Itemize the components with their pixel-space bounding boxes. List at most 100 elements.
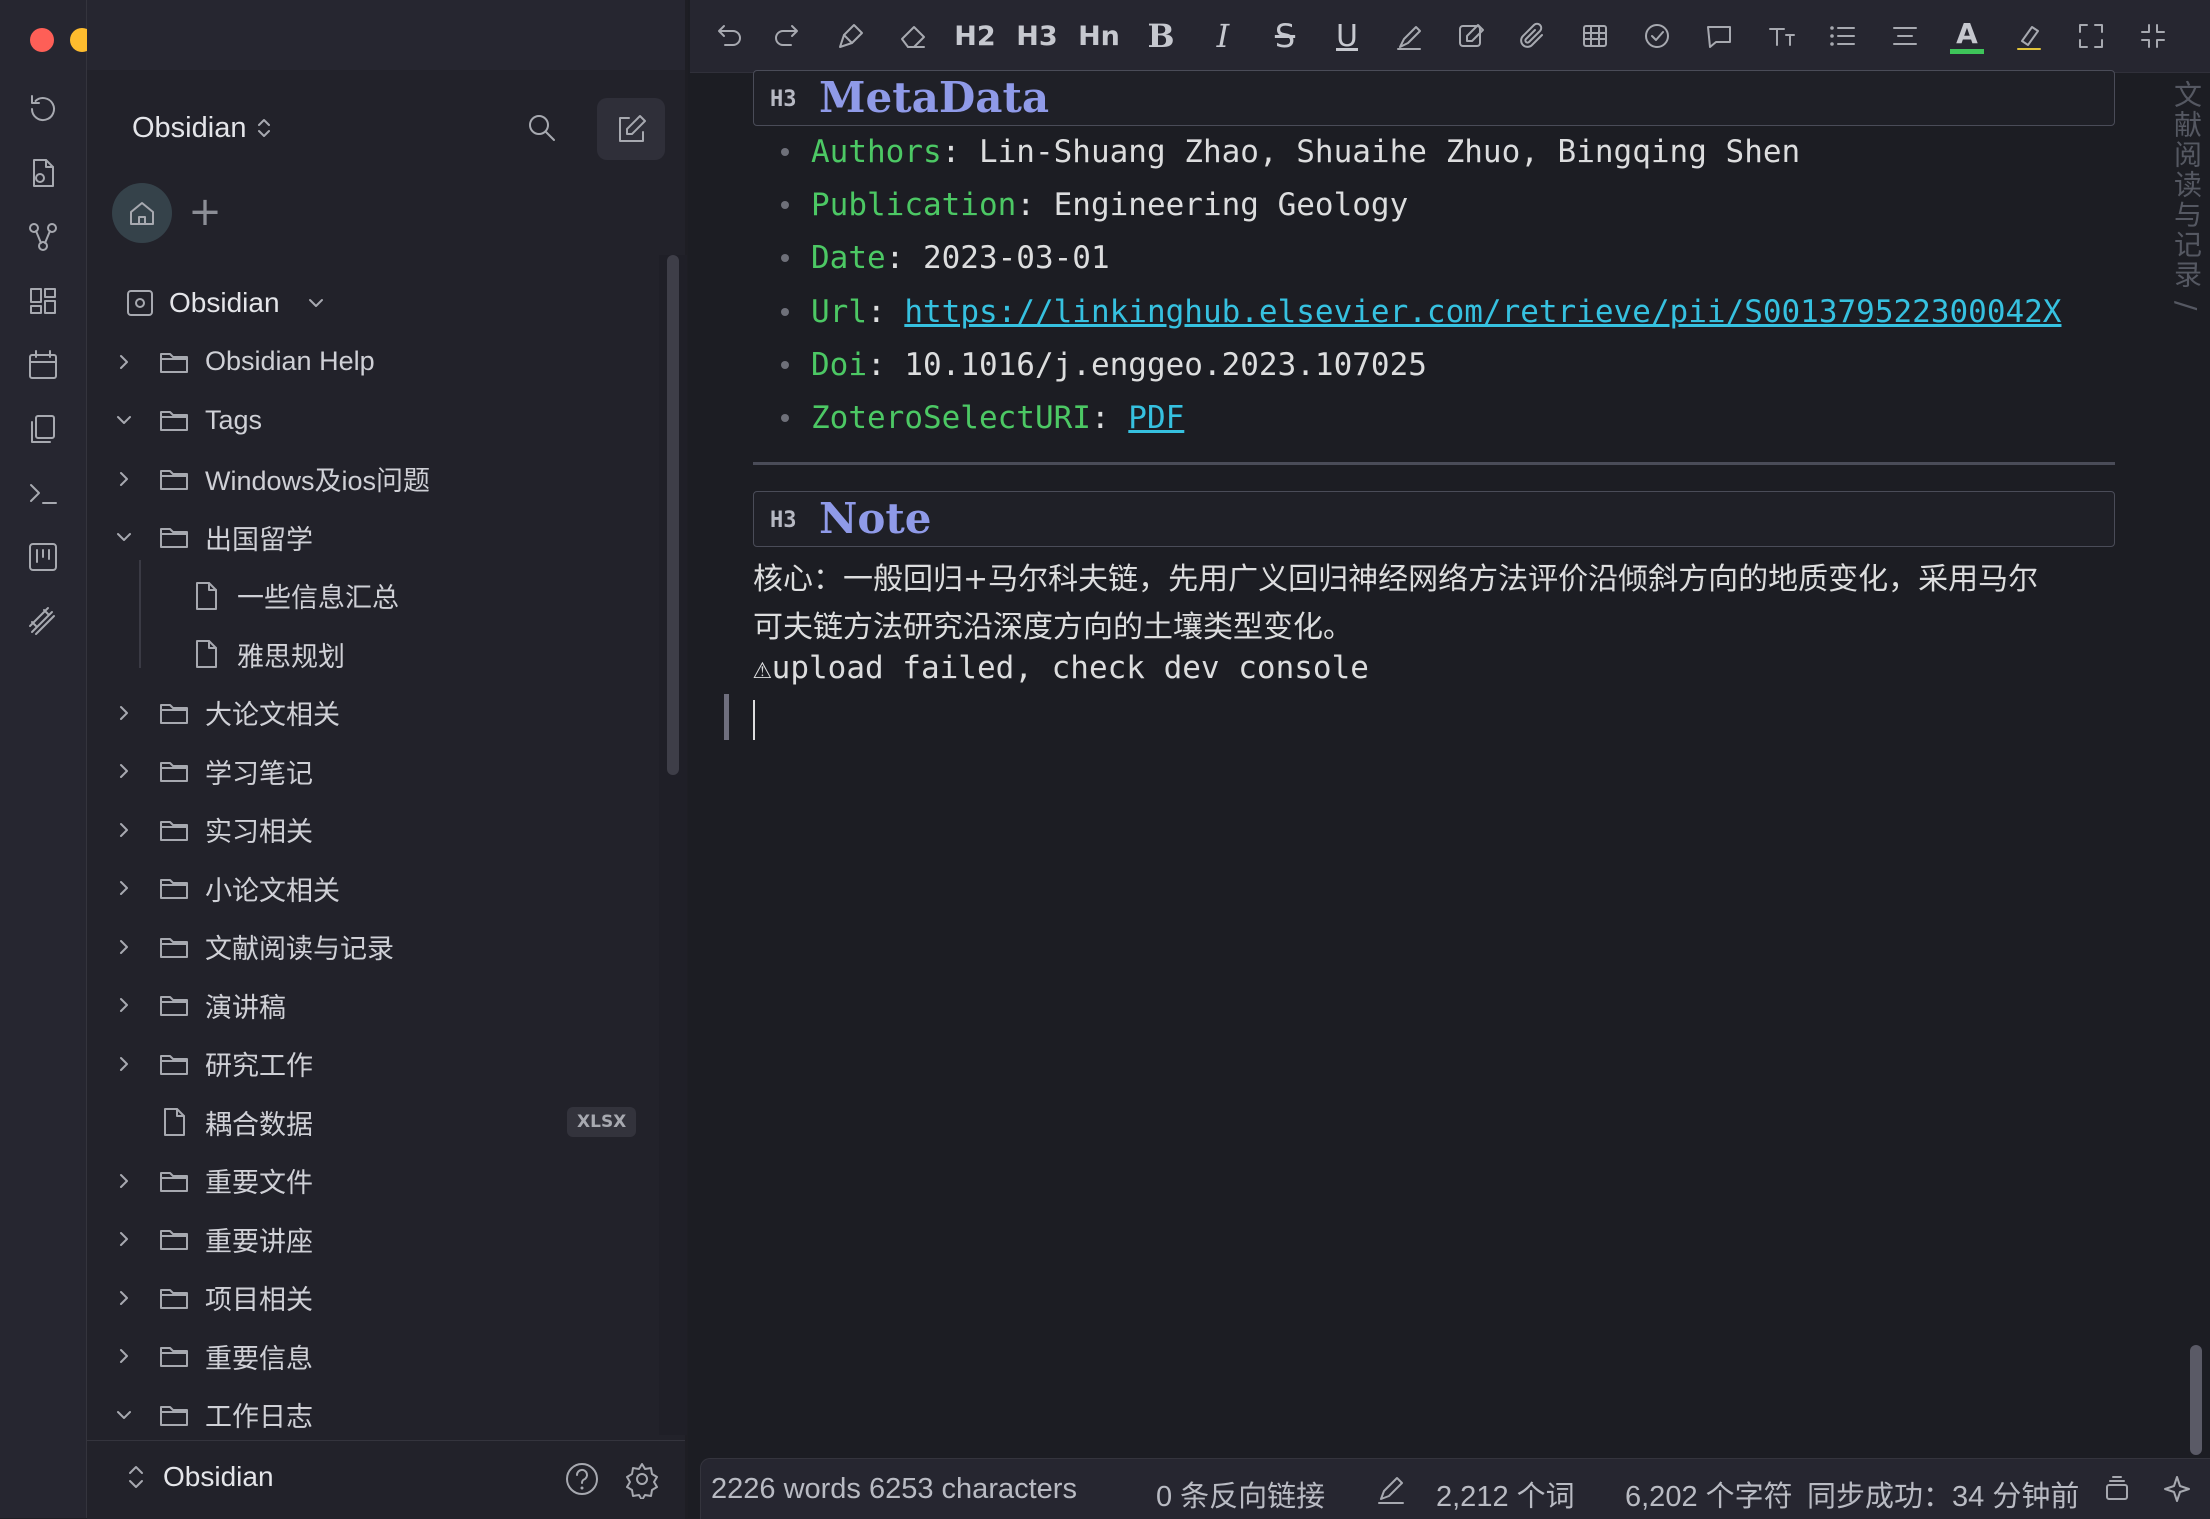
sidebar-scrollbar[interactable]	[667, 255, 679, 775]
undo-icon[interactable]	[702, 14, 752, 58]
format-painter-icon[interactable]	[826, 14, 876, 58]
vertical-breadcrumb[interactable]: 文献阅读与记录 /	[2170, 80, 2206, 312]
folder-item[interactable]: Tags	[87, 395, 647, 445]
chevron-right-icon[interactable]	[113, 1287, 135, 1309]
folder-item[interactable]: 学习笔记	[87, 746, 647, 796]
edit-pen-icon[interactable]	[1446, 14, 1496, 58]
callout-icon[interactable]	[1694, 14, 1744, 58]
home-tab-button[interactable]	[112, 183, 172, 243]
metadata-item: ZoteroSelectURI: PDF	[753, 392, 2113, 444]
chevron-right-icon[interactable]	[113, 877, 135, 899]
folder-item[interactable]: Obsidian Help	[87, 337, 647, 387]
folder-icon	[160, 762, 188, 782]
folder-item[interactable]: 重要文件	[87, 1156, 647, 1206]
vault-switcher[interactable]: Obsidian	[132, 108, 272, 148]
kanban-icon[interactable]	[22, 536, 64, 578]
heading-3-button[interactable]: H3	[1012, 14, 1062, 58]
folder-item[interactable]: 小论文相关	[87, 863, 647, 913]
folder-item[interactable]: 文献阅读与记录	[87, 922, 647, 972]
chevron-right-icon[interactable]	[113, 994, 135, 1016]
underline-button[interactable]: U	[1322, 14, 1372, 58]
attachment-icon[interactable]	[1508, 14, 1558, 58]
new-note-button[interactable]	[597, 98, 665, 160]
checklist-icon[interactable]	[1632, 14, 1682, 58]
chevron-right-icon[interactable]	[113, 1170, 135, 1192]
chevron-down-icon[interactable]	[113, 526, 135, 548]
folder-item[interactable]: 出国留学	[87, 512, 647, 562]
file-icon	[164, 1108, 185, 1136]
text-format-icon[interactable]	[1756, 14, 1806, 58]
file-item[interactable]: 雅思规划	[87, 629, 647, 679]
font-color-button[interactable]: A	[1942, 14, 1992, 58]
settings-gear-icon[interactable]	[622, 1459, 662, 1499]
chevron-updown-icon	[258, 119, 271, 137]
pencil-icon[interactable]	[1375, 1473, 1407, 1505]
folder-item[interactable]: 重要信息	[87, 1331, 647, 1381]
heading-2-button[interactable]: H2	[950, 14, 1000, 58]
folder-item[interactable]: 实习相关	[87, 805, 647, 855]
table-icon[interactable]	[1570, 14, 1620, 58]
align-center-icon[interactable]	[1880, 14, 1930, 58]
folder-icon	[160, 1230, 188, 1250]
chevron-right-icon[interactable]	[113, 1053, 135, 1075]
italic-button[interactable]: I	[1198, 14, 1248, 58]
terminal-icon[interactable]	[22, 472, 64, 514]
fullscreen-icon[interactable]	[2066, 14, 2116, 58]
file-icon	[196, 640, 217, 668]
folder-item[interactable]: 项目相关	[87, 1273, 647, 1323]
folder-icon	[160, 996, 188, 1016]
folder-item[interactable]: 研究工作	[87, 1039, 647, 1089]
vault-root-item[interactable]: Obsidian	[87, 278, 647, 328]
folder-item[interactable]: 重要讲座	[87, 1214, 647, 1264]
folder-item[interactable]: 演讲稿	[87, 980, 647, 1030]
highlight-color-icon[interactable]	[2004, 14, 2054, 58]
chevron-down-icon[interactable]	[113, 1404, 135, 1426]
bullet-list-icon[interactable]	[1818, 14, 1868, 58]
canvas-grid-icon[interactable]	[22, 280, 64, 322]
sparkle-icon[interactable]	[2161, 1473, 2193, 1505]
file-item[interactable]: 一些信息汇总	[87, 571, 647, 621]
strikethrough-button[interactable]: S	[1260, 14, 1310, 58]
folder-icon	[160, 1347, 188, 1367]
backlinks-count[interactable]: 0 条反向链接	[1156, 1473, 1325, 1515]
exit-fullscreen-icon[interactable]	[2128, 14, 2178, 58]
calendar-icon[interactable]	[22, 344, 64, 386]
metadata-link[interactable]: PDF	[1128, 400, 1184, 436]
chevron-right-icon[interactable]	[113, 702, 135, 724]
chevron-right-icon[interactable]	[113, 819, 135, 841]
chevron-down-icon[interactable]	[113, 409, 135, 431]
chevron-right-icon[interactable]	[113, 351, 135, 373]
chevron-right-icon[interactable]	[113, 760, 135, 782]
excalidraw-icon[interactable]	[22, 600, 64, 642]
metadata-link[interactable]: https://linkinghub.elsevier.com/retrieve…	[904, 294, 2061, 330]
folder-item[interactable]: 大论文相关	[87, 688, 647, 738]
file-recovery-icon[interactable]	[22, 152, 64, 194]
folder-item[interactable]: Windows及ios问题	[87, 454, 647, 504]
bullet-dot	[781, 307, 789, 316]
search-icon[interactable]	[522, 108, 562, 148]
graph-icon[interactable]	[22, 216, 64, 258]
chevron-right-icon[interactable]	[113, 1228, 135, 1250]
metadata-item: Url: https://linkinghub.elsevier.com/ret…	[753, 286, 2113, 338]
editor-scrollbar[interactable]	[2190, 1345, 2202, 1455]
undo-history-icon[interactable]	[22, 88, 64, 130]
file-item[interactable]: 耦合数据 XLSX	[87, 1097, 647, 1147]
storage-icon[interactable]	[2101, 1473, 2133, 1505]
add-tab-button[interactable]: +	[182, 190, 228, 236]
highlighter-icon[interactable]	[1384, 14, 1434, 58]
folder-item[interactable]: 工作日志	[87, 1390, 647, 1440]
copy-pages-icon[interactable]	[22, 408, 64, 450]
heading-n-button[interactable]: Hn	[1074, 14, 1124, 58]
chevron-right-icon[interactable]	[113, 1345, 135, 1367]
folder-label: 重要讲座	[205, 1226, 313, 1257]
footer-vault-switcher[interactable]: Obsidian	[127, 1461, 274, 1493]
bold-button[interactable]: B	[1136, 14, 1186, 58]
chevron-right-icon[interactable]	[113, 468, 135, 490]
eraser-icon[interactable]	[888, 14, 938, 58]
redo-icon[interactable]	[764, 14, 814, 58]
heading-level-tag: H3	[770, 87, 797, 112]
chevron-right-icon[interactable]	[113, 936, 135, 958]
help-icon[interactable]	[562, 1459, 602, 1499]
sync-status[interactable]: 同步成功：34 分钟前	[1807, 1473, 2079, 1515]
window-close-button[interactable]	[30, 28, 54, 52]
